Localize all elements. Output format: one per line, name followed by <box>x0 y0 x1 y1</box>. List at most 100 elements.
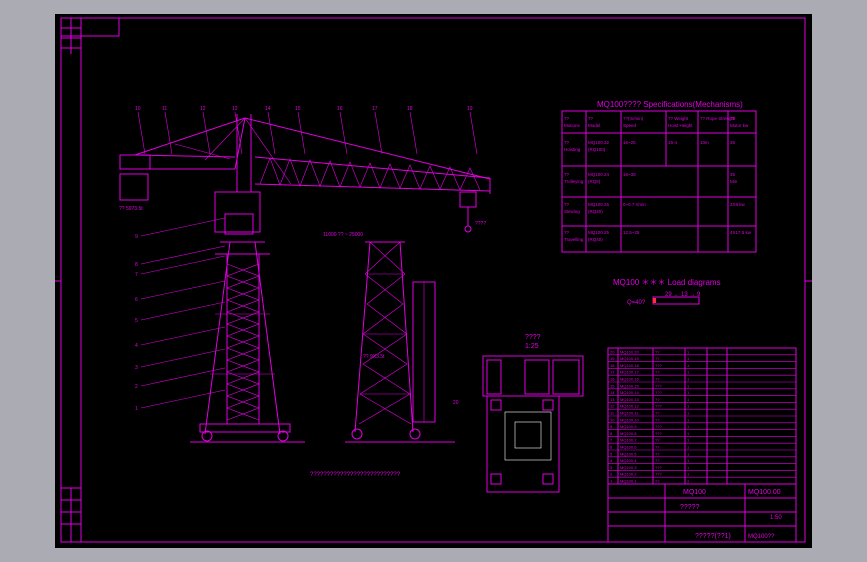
callout-leader <box>267 111 276 155</box>
caption: ??????????????????????????? <box>310 472 401 478</box>
parts-cell: MQ100.8 <box>620 431 637 436</box>
spec-cell: MQ100.25 <box>588 202 610 207</box>
parts-cell: MQ100.7 <box>620 438 637 443</box>
callout-label: 12 <box>200 106 206 112</box>
drawing-name: ????? <box>680 504 700 511</box>
callout-label: 19 <box>467 106 473 112</box>
parts-cell: ?? <box>655 438 660 443</box>
parts-cell: ?? <box>655 411 660 416</box>
spec-cell: Trolleying <box>564 179 584 184</box>
callout-leader <box>137 111 146 155</box>
parts-cell: ?? <box>655 445 660 450</box>
spec-header: ??(m/min) <box>623 116 644 121</box>
callout-label: 9 <box>135 234 138 240</box>
spec-cell: ?? <box>564 230 570 235</box>
spec-cell: MQ100.32 <box>588 140 610 145</box>
parts-cell: ??? <box>655 424 662 429</box>
dimension-text: ?? 5973.5t <box>119 206 143 212</box>
spec-cell: MQ100.25 <box>588 230 610 235</box>
spec-cell: 0~0.7 r/min <box>623 202 646 207</box>
dimension-text: ???? <box>475 221 486 227</box>
spec-cell: ?? <box>564 140 570 145</box>
parts-cell: 1 <box>687 397 690 402</box>
parts-cell: 17 <box>610 370 615 375</box>
parts-cell: 1 <box>687 404 690 409</box>
parts-cell: 6 <box>610 445 613 450</box>
callout-leader <box>140 301 226 321</box>
callout-leader <box>469 111 478 155</box>
parts-cell: 9 <box>610 424 613 429</box>
callout-label: 5 <box>135 318 138 324</box>
parts-cell: ?? <box>655 479 660 484</box>
parts-cell: 1 <box>687 424 690 429</box>
crane-drawing: MQ100???? Specifications(Mechanisms) ?? M… <box>55 17 812 543</box>
load-marker <box>653 298 656 303</box>
part-label: MQ100?? <box>748 534 775 540</box>
parts-cell: 20 <box>610 349 615 354</box>
parts-cell: MQ100.19 <box>620 356 639 361</box>
spec-cell: (RQ8) <box>588 179 601 184</box>
parts-cell: 16 <box>610 377 615 382</box>
parts-cell: ??? <box>655 472 662 477</box>
parts-cell: ??? <box>655 363 662 368</box>
parts-cell: 5 <box>610 451 613 456</box>
spec-header: ?? Weight <box>668 116 689 121</box>
spec-cell: (RQ100) <box>588 147 606 152</box>
spec-header: Speed <box>623 123 637 128</box>
callout-leader <box>409 111 418 155</box>
parts-cell: 19 <box>610 356 615 361</box>
parts-cell: 1 <box>687 451 690 456</box>
parts-cell: 1 <box>687 363 690 368</box>
callout-leader <box>374 111 383 155</box>
parts-cell: ?? <box>655 377 660 382</box>
callout-label: 16 <box>337 106 343 112</box>
drawing-no: MQ100 <box>683 489 706 496</box>
callout-label: 4 <box>135 343 138 349</box>
spec-cell: 15-4 <box>668 140 678 145</box>
parts-cell: 7 <box>610 438 613 443</box>
spec-cell: 16~38 <box>623 172 636 177</box>
parts-cell: 10 <box>610 417 615 422</box>
spec-header: Hoist Height <box>668 123 693 128</box>
callout-label: 17 <box>372 106 378 112</box>
parts-cell: 1 <box>687 390 690 395</box>
parts-cell: 2 <box>610 472 613 477</box>
spec-cell: 16~25 <box>623 140 636 145</box>
parts-cell: MQ100.14 <box>620 390 639 395</box>
callout-leader <box>140 389 226 409</box>
parts-cell: 14 <box>610 390 615 395</box>
drawing-sheet: MQ100???? Specifications(Mechanisms) ?? M… <box>55 14 812 548</box>
spec-header: ?? <box>730 116 736 121</box>
spec-cell: (RQ40) <box>588 209 603 214</box>
view-scale: 1:25 <box>525 343 539 350</box>
spec-cell: ?? <box>564 202 570 207</box>
parts-cell: 3 <box>610 465 613 470</box>
parts-cell: 1 <box>687 465 690 470</box>
parts-cell: ??? <box>655 404 662 409</box>
parts-cell: 1 <box>687 411 690 416</box>
spec-cell: 36 <box>730 140 736 145</box>
parts-cell: ?? <box>655 417 660 422</box>
parts-cell: ?? <box>655 356 660 361</box>
parts-cell: 1 <box>687 431 690 436</box>
parts-cell: 1 <box>687 377 690 382</box>
parts-cell: 1 <box>687 445 690 450</box>
parts-cell: 1 <box>687 383 690 388</box>
spec-header: Model <box>588 123 600 128</box>
dimension-text: ?? 9X3.5t <box>363 354 385 360</box>
parts-cell: 1 <box>610 479 613 484</box>
parts-cell: 15 <box>610 383 615 388</box>
drawing-code: MQ100.00 <box>748 489 781 496</box>
spec-cell: Slewing <box>564 209 580 214</box>
spec-cell: (RQ40) <box>588 237 603 242</box>
callout-label: 14 <box>265 106 271 112</box>
load-row2: Q=40? <box>627 300 646 306</box>
spec-cell: 12.5~25 <box>623 230 640 235</box>
parts-cell: 1 <box>687 370 690 375</box>
parts-cell: MQ100.4 <box>620 458 637 463</box>
dimension-text: 11000 ?? ~ 25000 <box>323 232 363 238</box>
parts-cell: MQ100.16 <box>620 377 639 382</box>
plan-view <box>482 355 584 493</box>
parts-cell: 1 <box>687 438 690 443</box>
crane-side-elevation <box>345 241 455 443</box>
